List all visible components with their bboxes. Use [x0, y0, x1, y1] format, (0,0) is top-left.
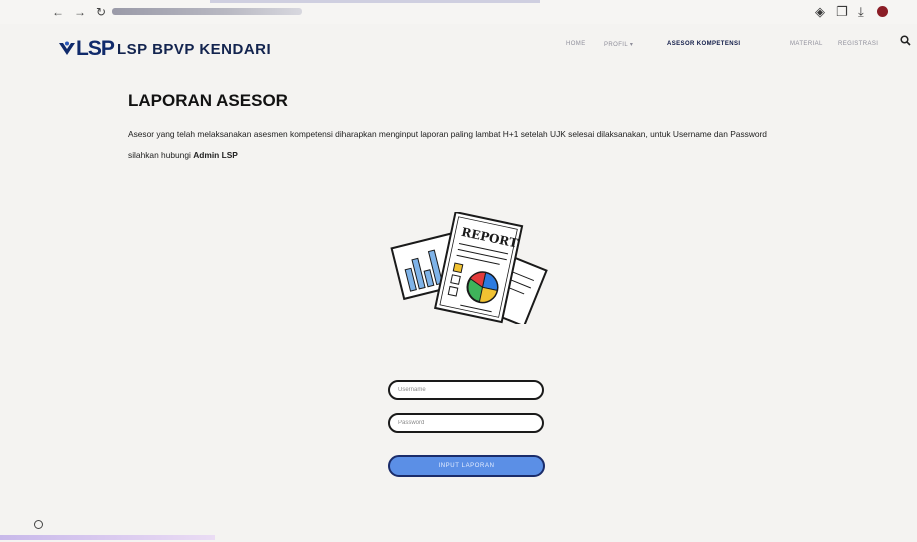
nav-profil[interactable]: PROFIL ▾: [604, 41, 633, 48]
password-input[interactable]: [388, 413, 544, 433]
logo-text: LSP: [76, 37, 115, 60]
site-name[interactable]: LSP BPVP KENDARI: [117, 41, 271, 58]
search-icon[interactable]: [900, 35, 911, 46]
site-logo[interactable]: LSP: [58, 37, 115, 61]
nav-material[interactable]: MATERIAL: [790, 41, 823, 47]
forward-icon[interactable]: →: [74, 5, 86, 19]
chat-icon[interactable]: [34, 520, 43, 529]
nav-registrasi[interactable]: REGISTRASI: [838, 41, 878, 47]
report-illustration: REPORT: [390, 212, 548, 324]
input-laporan-button[interactable]: INPUT LAPORAN: [388, 455, 545, 477]
logo-leaf-icon: [59, 41, 75, 55]
browser-toolbar: ← → ↻ ◈ ❐ ⤓: [0, 0, 917, 24]
status-bar-url: [0, 535, 215, 540]
tab-icon[interactable]: ❐: [836, 4, 848, 20]
username-input[interactable]: [388, 380, 544, 400]
extension-icon[interactable]: ◈: [815, 4, 825, 20]
address-bar[interactable]: [112, 8, 302, 15]
profile-icon[interactable]: [877, 6, 888, 17]
page-description: Asesor yang telah melaksanakan asesmen k…: [128, 124, 788, 166]
admin-contact: Admin LSP: [193, 150, 238, 160]
page-title: LAPORAN ASESOR: [128, 91, 288, 110]
download-icon[interactable]: ⤓: [858, 4, 864, 20]
back-icon[interactable]: ←: [52, 5, 64, 19]
tab-strip: [210, 0, 540, 3]
reload-icon[interactable]: ↻: [96, 5, 106, 19]
nav-home[interactable]: HOME: [566, 41, 586, 47]
nav-asesor-kompetensi[interactable]: ASESOR KOMPETENSI: [667, 41, 740, 47]
